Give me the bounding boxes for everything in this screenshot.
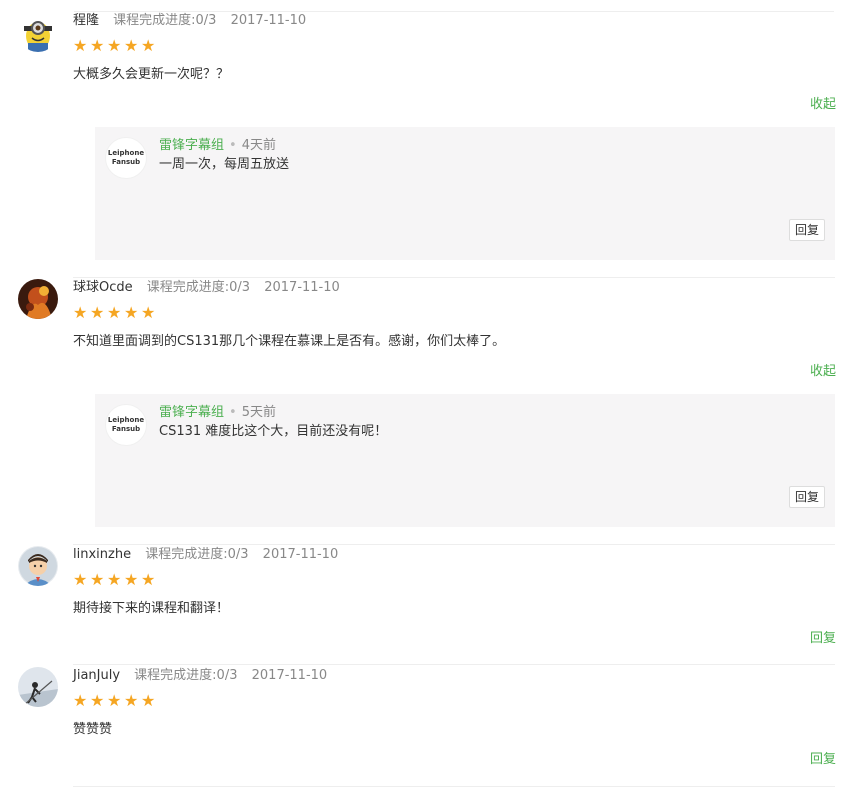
reply-meta: 雷锋字幕组 • 5天前 — [159, 404, 276, 422]
reply-box: Leiphone Fansub 雷锋字幕组 • 4天前 一周一次，每周五放送 回复 — [95, 127, 835, 260]
avatar[interactable]: Leiphone Fansub — [105, 137, 147, 179]
star-icon: ★ — [73, 303, 91, 322]
star-icon: ★ — [107, 36, 125, 55]
username[interactable]: JianJuly — [73, 668, 120, 683]
star-icon: ★ — [141, 303, 159, 322]
star-icon: ★ — [107, 303, 125, 322]
reply-time: 4天前 — [241, 138, 276, 153]
star-rating: ★★★★★ — [73, 572, 158, 588]
star-rating: ★★★★★ — [73, 38, 158, 54]
username[interactable]: linxinzhe — [73, 547, 131, 562]
separator-dot: • — [229, 138, 237, 153]
star-rating: ★★★★★ — [73, 693, 158, 709]
username[interactable]: 程隆 — [73, 13, 99, 28]
star-icon: ★ — [107, 570, 125, 589]
avatar[interactable] — [18, 546, 58, 586]
comment-text: 期待接下来的课程和翻译！ — [73, 601, 230, 616]
reply-text: 一周一次，每周五放送 — [159, 157, 290, 172]
comment-meta: JianJuly 课程完成进度:0/3 2017-11-10 — [73, 667, 327, 685]
course-progress: 课程完成进度:0/3 — [145, 547, 249, 562]
comment-text: 不知道里面调到的CS131那几个课程在慕课上是否有。感谢，你们太棒了。 — [73, 334, 506, 349]
avatar-text: Fansub — [111, 425, 141, 433]
comment-divider — [73, 277, 835, 278]
star-icon: ★ — [124, 303, 142, 322]
comment-text: 赞赞赞 — [73, 722, 113, 737]
star-icon: ★ — [141, 36, 159, 55]
comment-divider — [73, 786, 835, 787]
avatar[interactable] — [18, 279, 58, 319]
star-icon: ★ — [107, 691, 125, 710]
star-icon: ★ — [90, 691, 108, 710]
collapse-link[interactable]: 收起 — [810, 96, 836, 114]
star-icon: ★ — [141, 691, 159, 710]
reply-author[interactable]: 雷锋字幕组 — [159, 405, 224, 420]
star-icon: ★ — [141, 570, 159, 589]
avatar[interactable] — [18, 12, 58, 52]
reply-box: Leiphone Fansub 雷锋字幕组 • 5天前 CS131 难度比这个大，目… — [95, 394, 835, 527]
avatar-text: Fansub — [111, 158, 141, 166]
comment-date: 2017-11-10 — [264, 280, 340, 295]
reply-button[interactable]: 回复 — [789, 219, 825, 241]
avatar-text: Leiphone — [107, 149, 145, 157]
star-rating: ★★★★★ — [73, 305, 158, 321]
comment-divider — [73, 544, 835, 545]
reply-time: 5天前 — [241, 405, 276, 420]
separator-dot: • — [229, 405, 237, 420]
avatar-text: Leiphone — [107, 416, 145, 424]
reply-link[interactable]: 回复 — [810, 630, 836, 648]
course-progress: 课程完成进度:0/3 — [113, 13, 217, 28]
reply-text: CS131 难度比这个大，目前还没有呢！ — [159, 424, 388, 439]
star-icon: ★ — [124, 691, 142, 710]
star-icon: ★ — [90, 36, 108, 55]
star-icon: ★ — [73, 36, 91, 55]
reply-author[interactable]: 雷锋字幕组 — [159, 138, 224, 153]
course-progress: 课程完成进度:0/3 — [134, 668, 238, 683]
course-progress: 课程完成进度:0/3 — [146, 280, 251, 295]
star-icon: ★ — [73, 691, 91, 710]
star-icon: ★ — [90, 570, 108, 589]
star-icon: ★ — [73, 570, 91, 589]
avatar[interactable]: Leiphone Fansub — [105, 404, 147, 446]
comment-date: 2017-11-10 — [251, 668, 328, 683]
comment-date: 2017-11-10 — [262, 547, 339, 562]
avatar[interactable] — [18, 667, 58, 707]
star-icon: ★ — [124, 36, 142, 55]
star-icon: ★ — [124, 570, 142, 589]
star-icon: ★ — [90, 303, 108, 322]
reply-link[interactable]: 回复 — [810, 751, 836, 769]
comment-meta: linxinzhe 课程完成进度:0/3 2017-11-10 — [73, 546, 338, 564]
reply-button[interactable]: 回复 — [789, 486, 825, 508]
comment-meta: 程隆 课程完成进度:0/3 2017-11-10 — [73, 12, 306, 30]
comment-meta: 球球Ocde 课程完成进度:0/3 2017-11-10 — [73, 279, 340, 297]
reply-meta: 雷锋字幕组 • 4天前 — [159, 137, 276, 155]
comment-date: 2017-11-10 — [230, 13, 307, 28]
comment-text: 大概多久会更新一次呢？？ — [73, 67, 230, 82]
username[interactable]: 球球Ocde — [73, 280, 133, 295]
comment-divider — [73, 664, 835, 665]
collapse-link[interactable]: 收起 — [810, 363, 836, 381]
